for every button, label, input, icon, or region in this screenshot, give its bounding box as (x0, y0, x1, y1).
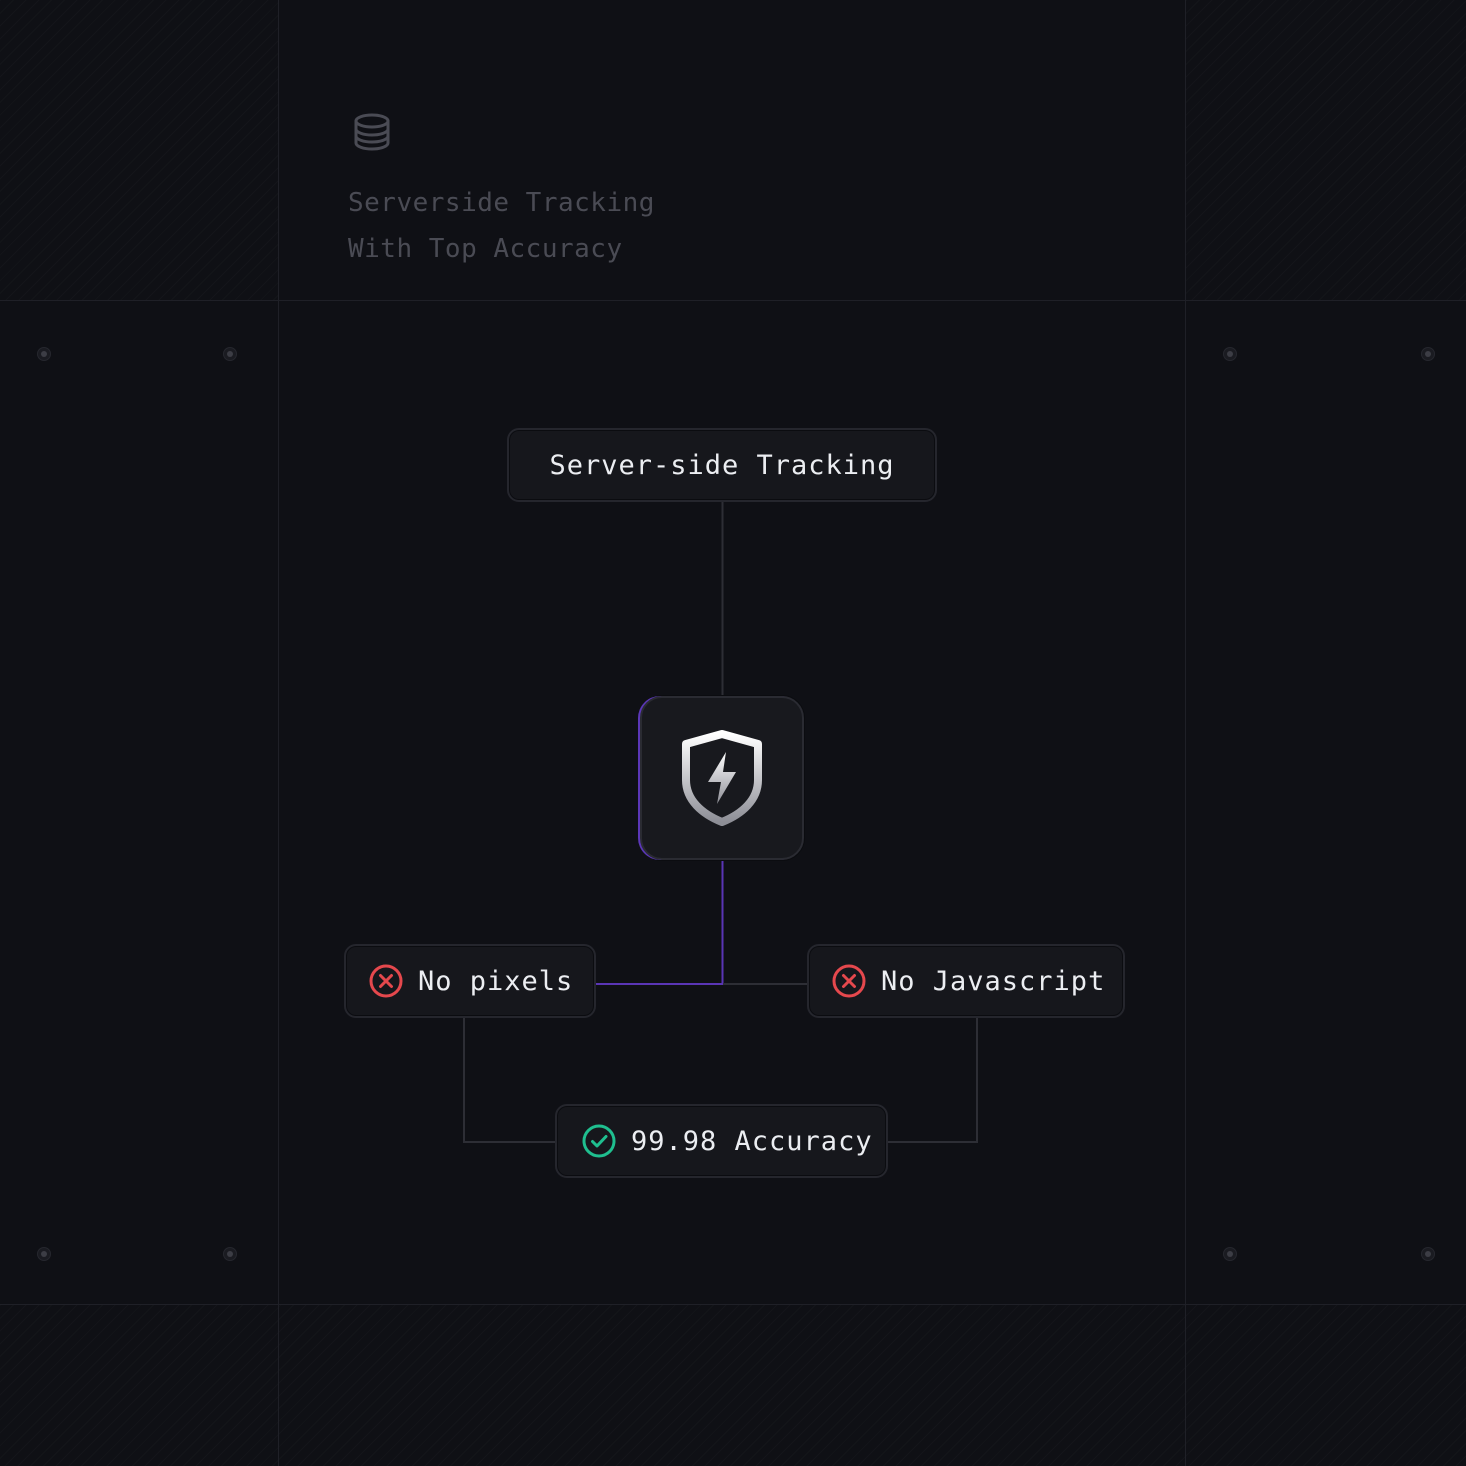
accuracy-label: 99.98 Accuracy (631, 1125, 873, 1157)
server-side-tracking-label: Server-side Tracking (549, 449, 895, 481)
no-javascript-node: No Javascript (807, 944, 1125, 1018)
connector-shield-to-left (596, 860, 724, 985)
server-side-tracking-node: Server-side Tracking (507, 428, 937, 502)
no-pixels-node: No pixels (344, 944, 596, 1018)
connector-right-to-bottom (888, 1018, 978, 1143)
shield-node (640, 696, 804, 860)
check-circle-icon (582, 1124, 616, 1158)
shield-bolt-icon (682, 730, 762, 826)
connector-left-to-bottom (463, 1018, 555, 1143)
accuracy-node: 99.98 Accuracy (555, 1104, 888, 1178)
x-circle-icon (369, 964, 403, 998)
no-pixels-label: No pixels (418, 965, 574, 997)
x-circle-icon (832, 964, 866, 998)
no-javascript-label: No Javascript (881, 965, 1106, 997)
